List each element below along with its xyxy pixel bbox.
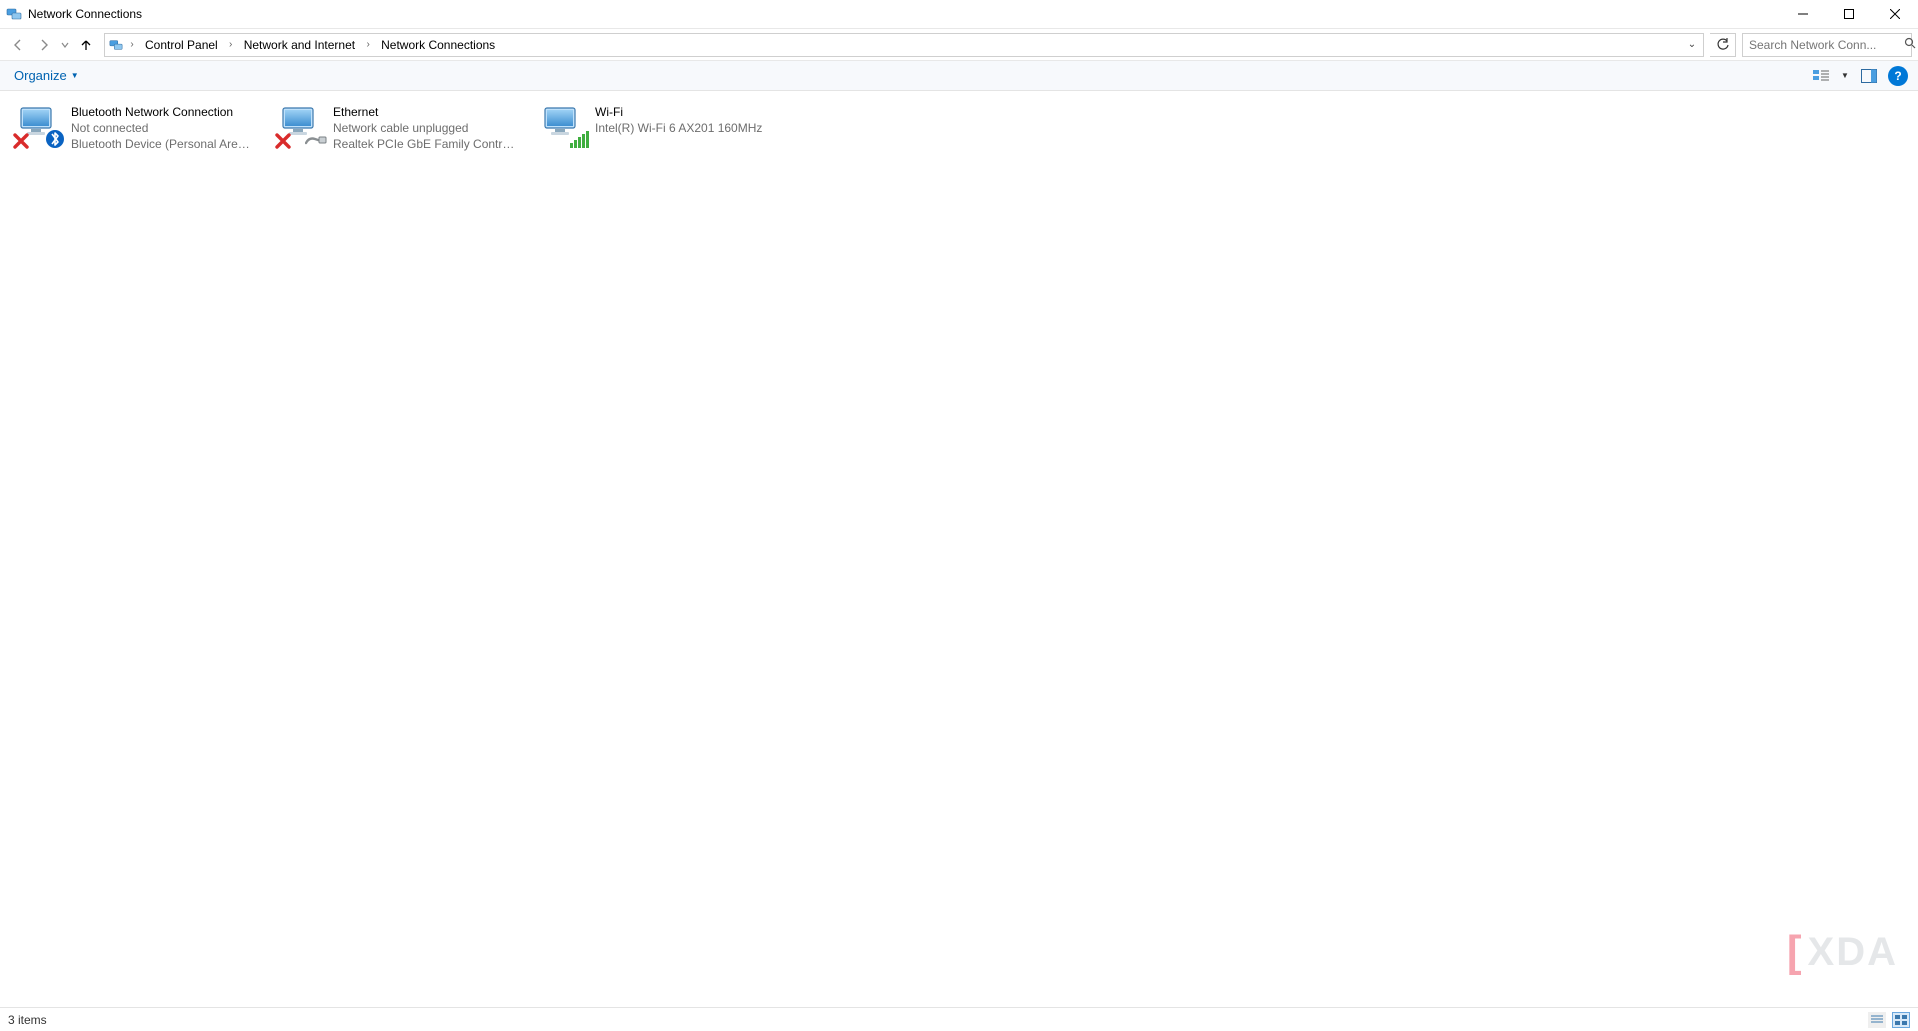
titlebar: Network Connections bbox=[0, 0, 1918, 29]
breadcrumb-network-and-internet[interactable]: Network and Internet bbox=[238, 34, 361, 56]
disconnected-x-icon bbox=[13, 133, 29, 154]
icons-view-button[interactable] bbox=[1892, 1012, 1910, 1028]
connection-name: Wi-Fi bbox=[595, 104, 762, 120]
chevron-right-icon[interactable]: › bbox=[361, 39, 375, 50]
connection-icon bbox=[539, 104, 587, 152]
status-bar: 3 items bbox=[0, 1007, 1918, 1031]
help-button[interactable]: ? bbox=[1888, 66, 1908, 86]
connection-item-bluetooth[interactable]: Bluetooth Network Connection Not connect… bbox=[10, 99, 260, 157]
connection-text: Bluetooth Network Connection Not connect… bbox=[71, 104, 255, 152]
command-bar: Organize ▼ ▼ ? bbox=[0, 61, 1918, 91]
organize-button[interactable]: Organize ▼ bbox=[10, 66, 83, 85]
chevron-right-icon[interactable]: › bbox=[224, 39, 238, 50]
details-view-button[interactable] bbox=[1868, 1012, 1886, 1028]
close-button[interactable] bbox=[1872, 0, 1918, 28]
maximize-button[interactable] bbox=[1826, 0, 1872, 28]
navigation-bar: › Control Panel › Network and Internet ›… bbox=[0, 29, 1918, 61]
search-input[interactable] bbox=[1749, 38, 1904, 52]
status-bar-view-switch bbox=[1868, 1012, 1910, 1028]
organize-label: Organize bbox=[14, 68, 67, 83]
breadcrumb-control-panel[interactable]: Control Panel bbox=[139, 34, 224, 56]
wifi-signal-icon bbox=[569, 131, 589, 154]
address-history-dropdown[interactable]: ⌄ bbox=[1683, 39, 1701, 50]
connection-item-wifi[interactable]: Wi-Fi Intel(R) Wi-Fi 6 AX201 160MHz bbox=[534, 99, 784, 157]
watermark-bracket-icon: [ bbox=[1787, 927, 1804, 977]
connection-device: Bluetooth Device (Personal Area ... bbox=[71, 136, 255, 152]
network-connections-icon bbox=[6, 6, 22, 22]
up-button[interactable] bbox=[74, 33, 98, 57]
refresh-button[interactable] bbox=[1710, 33, 1736, 57]
content-area[interactable]: Bluetooth Network Connection Not connect… bbox=[0, 91, 1918, 1007]
ethernet-plug-icon bbox=[305, 133, 327, 154]
connection-status: Not connected bbox=[71, 120, 255, 136]
connection-device: Intel(R) Wi-Fi 6 AX201 160MHz bbox=[595, 120, 762, 136]
caret-down-icon: ▼ bbox=[71, 71, 79, 80]
chevron-right-icon[interactable]: › bbox=[125, 39, 139, 50]
search-box[interactable] bbox=[1742, 33, 1912, 57]
disconnected-x-icon bbox=[275, 133, 291, 154]
preview-pane-button[interactable] bbox=[1858, 65, 1880, 87]
address-bar[interactable]: › Control Panel › Network and Internet ›… bbox=[104, 33, 1704, 57]
connection-icon bbox=[15, 104, 63, 152]
minimize-button[interactable] bbox=[1780, 0, 1826, 28]
connection-name: Bluetooth Network Connection bbox=[71, 104, 255, 120]
command-bar-right: ▼ ? bbox=[1810, 65, 1908, 87]
watermark-text: XDA bbox=[1808, 930, 1898, 975]
connection-icon bbox=[277, 104, 325, 152]
status-item-count: 3 items bbox=[8, 1013, 47, 1027]
help-icon: ? bbox=[1894, 69, 1901, 83]
window-controls bbox=[1780, 0, 1918, 28]
connection-status: Network cable unplugged bbox=[333, 120, 517, 136]
titlebar-left: Network Connections bbox=[6, 6, 142, 22]
connection-text: Wi-Fi Intel(R) Wi-Fi 6 AX201 160MHz bbox=[595, 104, 762, 152]
watermark: [ XDA bbox=[1787, 927, 1898, 977]
connection-text: Ethernet Network cable unplugged Realtek… bbox=[333, 104, 517, 152]
view-options-dropdown[interactable]: ▼ bbox=[1840, 71, 1850, 80]
back-button[interactable] bbox=[6, 33, 30, 57]
connection-name: Ethernet bbox=[333, 104, 517, 120]
connection-device: Realtek PCIe GbE Family Controller bbox=[333, 136, 517, 152]
address-root-icon bbox=[107, 38, 125, 52]
connections-list: Bluetooth Network Connection Not connect… bbox=[10, 99, 1908, 157]
bluetooth-icon bbox=[45, 129, 65, 154]
recent-locations-button[interactable] bbox=[58, 33, 72, 57]
search-icon bbox=[1904, 37, 1916, 52]
connection-item-ethernet[interactable]: Ethernet Network cable unplugged Realtek… bbox=[272, 99, 522, 157]
view-options-button[interactable] bbox=[1810, 65, 1832, 87]
breadcrumb-network-connections[interactable]: Network Connections bbox=[375, 34, 501, 56]
forward-button[interactable] bbox=[32, 33, 56, 57]
window-title: Network Connections bbox=[28, 7, 142, 21]
